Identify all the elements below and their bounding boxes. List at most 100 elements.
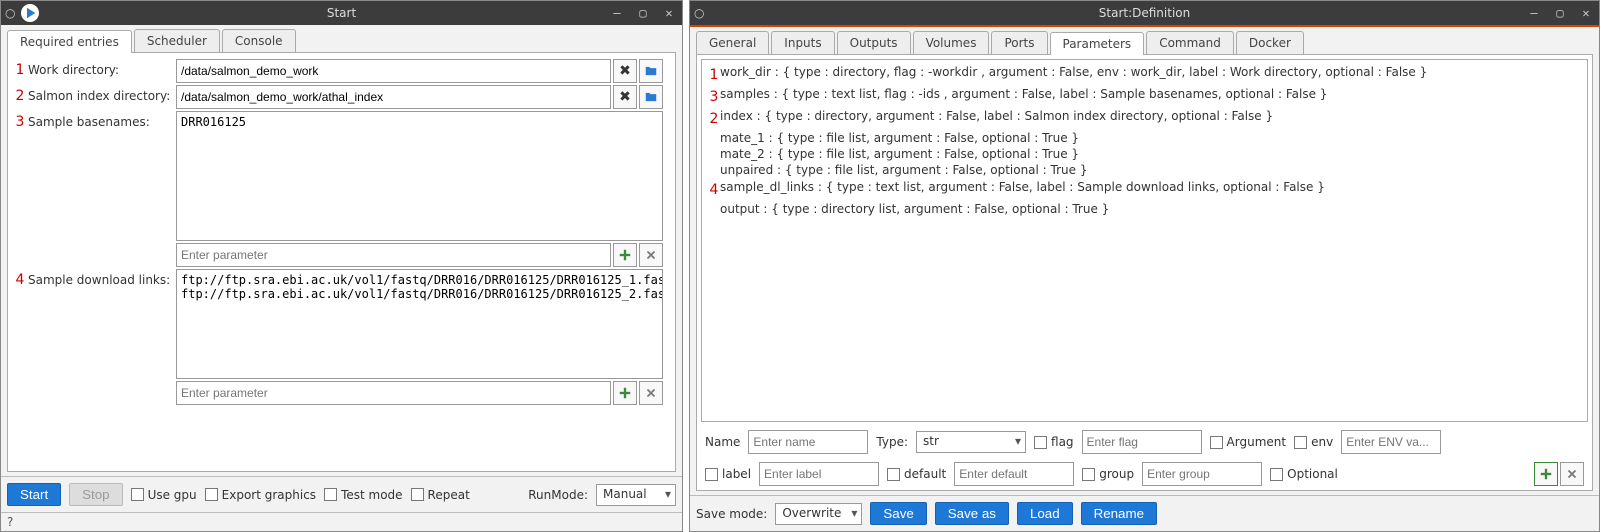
env-checkbox[interactable]: env (1294, 435, 1333, 449)
name-input[interactable] (748, 430, 868, 454)
param-line[interactable]: mate_1 : { type : file list, argument : … (708, 130, 1581, 146)
runmode-select[interactable]: Manual (596, 484, 676, 506)
annotation-4: 4 (14, 269, 26, 291)
download-links-param-input[interactable] (176, 381, 611, 405)
annotation: 4 (708, 179, 720, 201)
save-button[interactable]: Save (870, 502, 926, 525)
tab-docker[interactable]: Docker (1236, 31, 1304, 54)
type-label: Type: (876, 435, 908, 449)
add-icon[interactable] (613, 381, 637, 405)
sample-basenames-textarea[interactable]: DRR016125 (176, 111, 663, 241)
window-menu-icon[interactable]: ○ (694, 6, 704, 20)
export-graphics-label: Export graphics (222, 488, 316, 502)
default-check-label: default (904, 467, 946, 481)
definition-window: ○ Start:Definition — ▢ ✕ General Inputs … (689, 0, 1600, 532)
tabs-left: Required entries Scheduler Console (1, 25, 682, 52)
titlebar-left: ○ Start — ▢ ✕ (1, 1, 682, 25)
tab-scheduler[interactable]: Scheduler (134, 29, 220, 52)
param-line[interactable]: mate_2 : { type : file list, argument : … (708, 146, 1581, 162)
tab-volumes[interactable]: Volumes (913, 31, 990, 54)
saveas-button[interactable]: Save as (935, 502, 1009, 525)
annotation-2: 2 (14, 85, 26, 107)
bottom-bar-right: Save mode: Overwrite Save Save as Load R… (690, 495, 1599, 531)
flag-checkbox[interactable]: flag (1034, 435, 1074, 449)
tab-outputs[interactable]: Outputs (837, 31, 911, 54)
remove-param-icon[interactable] (1560, 462, 1584, 486)
env-input[interactable] (1341, 430, 1441, 454)
index-directory-input[interactable] (176, 85, 611, 109)
remove-icon[interactable] (639, 243, 663, 267)
tab-required-entries[interactable]: Required entries (7, 30, 132, 53)
clear-icon[interactable]: ✖ (613, 59, 637, 83)
sample-basenames-param-input[interactable] (176, 243, 611, 267)
folder-icon[interactable] (639, 59, 663, 83)
type-select[interactable]: str (916, 431, 1026, 453)
load-button[interactable]: Load (1017, 502, 1073, 525)
start-window: ○ Start — ▢ ✕ Required entries Scheduler… (0, 0, 683, 532)
clear-icon[interactable]: ✖ (613, 85, 637, 109)
param-line[interactable]: 3samples : { type : text list, flag : -i… (708, 86, 1581, 108)
flag-input[interactable] (1082, 430, 1202, 454)
default-checkbox[interactable]: default (887, 467, 946, 481)
export-graphics-checkbox[interactable]: Export graphics (205, 488, 316, 502)
param-line[interactable]: 4sample_dl_links : { type : text list, a… (708, 179, 1581, 201)
param-text: mate_2 : { type : file list, argument : … (720, 146, 1079, 162)
add-icon[interactable] (613, 243, 637, 267)
annotation: 1 (708, 64, 720, 86)
parameter-list[interactable]: 1work_dir : { type : directory, flag : -… (701, 59, 1588, 422)
start-button[interactable]: Start (7, 483, 61, 506)
minimize-icon[interactable]: — (1525, 6, 1543, 20)
tab-command[interactable]: Command (1146, 31, 1234, 54)
work-directory-input[interactable] (176, 59, 611, 83)
tab-content-left: 1 Work directory: ✖ 2 Salmon index direc… (7, 52, 676, 472)
param-line[interactable]: output : { type : directory list, argume… (708, 201, 1581, 217)
download-links-textarea[interactable]: ftp://ftp.sra.ebi.ac.uk/vol1/fastq/DRR01… (176, 269, 663, 379)
savemode-value: Overwrite (782, 506, 841, 520)
group-check-label: group (1099, 467, 1134, 481)
minimize-icon[interactable]: — (608, 6, 626, 20)
remove-icon[interactable] (639, 381, 663, 405)
param-line[interactable]: 1work_dir : { type : directory, flag : -… (708, 64, 1581, 86)
repeat-checkbox[interactable]: Repeat (411, 488, 470, 502)
test-mode-label: Test mode (341, 488, 402, 502)
group-checkbox[interactable]: group (1082, 467, 1134, 481)
tab-parameters[interactable]: Parameters (1050, 32, 1145, 55)
param-form-row-2: label default group Optional (697, 458, 1592, 490)
type-value: str (923, 434, 939, 448)
label-input[interactable] (759, 462, 879, 486)
default-input[interactable] (954, 462, 1074, 486)
tab-inputs[interactable]: Inputs (771, 31, 834, 54)
param-line[interactable]: unpaired : { type : file list, argument … (708, 162, 1581, 178)
close-icon[interactable]: ✕ (660, 6, 678, 20)
label-checkbox[interactable]: label (705, 467, 751, 481)
add-param-icon[interactable] (1534, 462, 1558, 486)
env-check-label: env (1311, 435, 1333, 449)
runmode-value: Manual (603, 487, 647, 501)
help-footer[interactable]: ? (1, 512, 682, 531)
annotation (708, 146, 720, 162)
savemode-label: Save mode: (696, 507, 767, 521)
use-gpu-checkbox[interactable]: Use gpu (131, 488, 197, 502)
savemode-select[interactable]: Overwrite (775, 503, 862, 525)
tab-ports[interactable]: Ports (991, 31, 1047, 54)
window-menu-icon[interactable]: ○ (5, 6, 15, 20)
label-sample-basenames: Sample basenames: (26, 111, 176, 133)
tab-console[interactable]: Console (222, 29, 296, 52)
optional-checkbox[interactable]: Optional (1270, 467, 1338, 481)
argument-checkbox[interactable]: Argument (1210, 435, 1287, 449)
maximize-icon[interactable]: ▢ (1551, 6, 1569, 20)
window-title-left: Start (1, 6, 682, 20)
tab-general[interactable]: General (696, 31, 769, 54)
test-mode-checkbox[interactable]: Test mode (324, 488, 402, 502)
rename-button[interactable]: Rename (1081, 502, 1157, 525)
maximize-icon[interactable]: ▢ (634, 6, 652, 20)
stop-button[interactable]: Stop (69, 483, 122, 506)
group-input[interactable] (1142, 462, 1262, 486)
param-form-row-1: Name Type: str flag Argument env (697, 426, 1592, 458)
folder-icon[interactable] (639, 85, 663, 109)
label-check-label: label (722, 467, 751, 481)
close-icon[interactable]: ✕ (1577, 6, 1595, 20)
param-text: unpaired : { type : file list, argument … (720, 162, 1087, 178)
param-line[interactable]: 2index : { type : directory, argument : … (708, 108, 1581, 130)
annotation (708, 130, 720, 146)
